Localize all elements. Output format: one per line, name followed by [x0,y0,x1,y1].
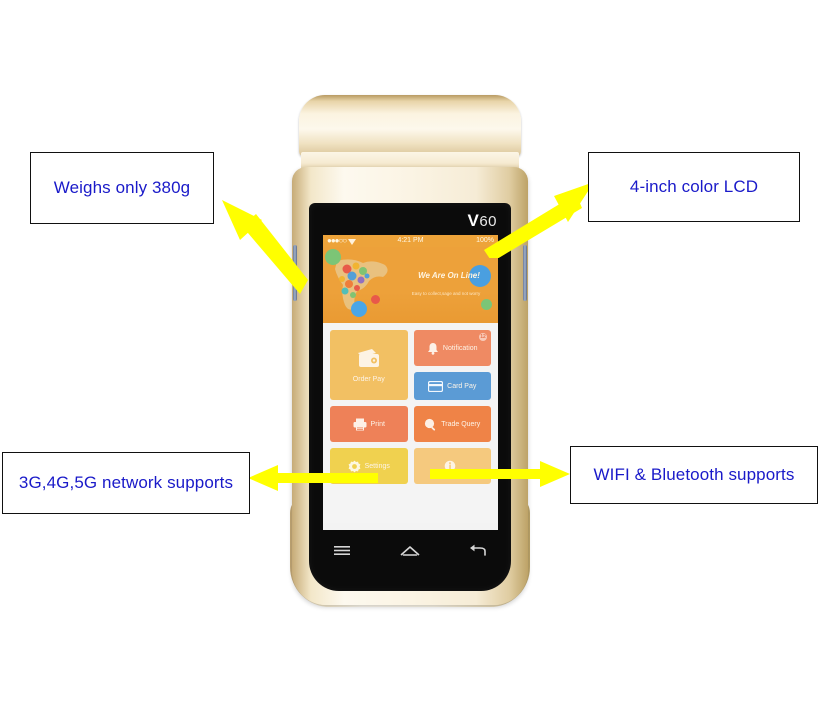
tile-label: Trade Query [441,420,481,428]
tile-label: Order Pay [352,376,385,383]
printer-lid [299,95,521,157]
decor-bubble-red [371,295,380,304]
search-icon [424,418,437,431]
tile-trade-query[interactable]: Trade Query [413,406,491,442]
decor-bubble-green-small [481,299,492,310]
tile-notification[interactable]: 12 Notification [413,330,491,366]
promo-banner[interactable]: We Are On Line! Easy to collect,sage and… [323,247,498,323]
tile-card-pay[interactable]: Card Pay [413,372,491,400]
home-icon[interactable] [399,543,421,564]
decor-bubble-blue-small [351,301,367,317]
menu-icon[interactable] [332,543,352,563]
bell-icon [427,342,439,355]
printer-icon [353,418,367,431]
callout-lcd: 4-inch color LCD [588,152,800,222]
arrow-to-weight-callout [222,200,308,294]
banner-subtitle: Easy to collect,sage and not worry [411,291,481,296]
arrow-to-lcd-callout [484,182,594,258]
callout-weight: Weighs only 380g [30,152,214,224]
back-icon[interactable] [468,543,488,564]
arrow-to-network-callout [248,465,378,491]
screenshot-stage: V60 ●●●○○ 4:21 PM 100% We Are On Line! E… [0,0,818,712]
tile-label: Print [370,420,385,428]
android-nav-bar [309,533,511,573]
app-tile-area: Order Pay 12 Notification Card Pay Print… [323,323,498,523]
arrow-to-wifi-callout [430,461,570,487]
tile-order-pay[interactable]: Order Pay [330,330,408,400]
brand-letter: V [467,211,480,230]
decor-bubble-green [325,249,341,265]
wallet-icon [356,347,382,369]
tile-label: Notification [442,344,478,352]
callout-wifi: WIFI & Bluetooth supports [570,446,818,504]
status-bar-time: 4:21 PM [397,237,424,244]
callout-network: 3G,4G,5G network supports [2,452,250,514]
notification-badge: 12 [479,333,487,341]
credit-card-icon [428,380,444,392]
status-bar: ●●●○○ 4:21 PM 100% [323,235,498,247]
banner-title: We Are On Line! [418,271,480,280]
pos-terminal-device: V60 ●●●○○ 4:21 PM 100% We Are On Line! E… [285,95,535,607]
tile-print[interactable]: Print [330,406,408,442]
tile-label: Card Pay [447,382,477,390]
